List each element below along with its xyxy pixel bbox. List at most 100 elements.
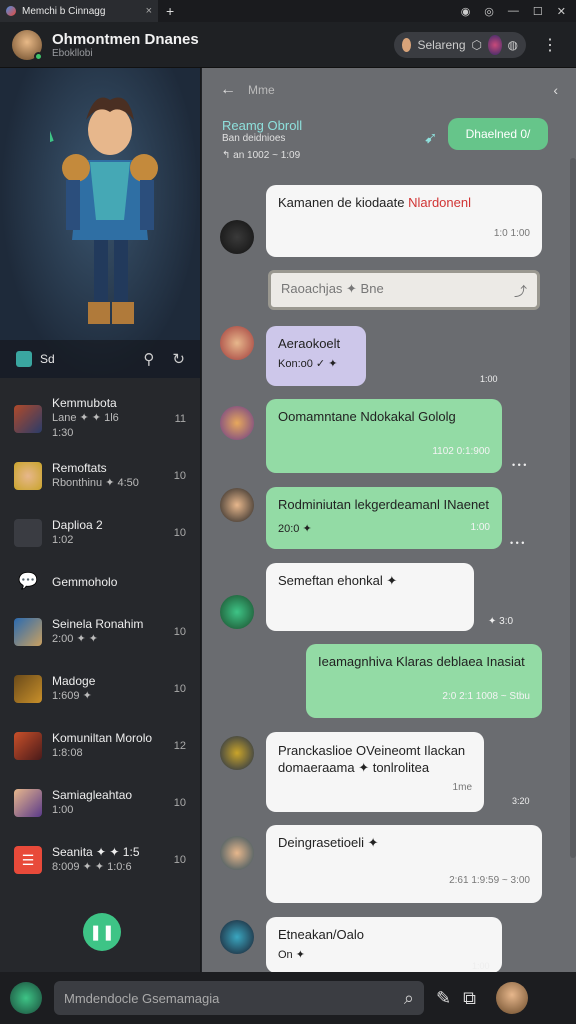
settings-icon[interactable]: ◍ (508, 38, 518, 52)
message-text: Etneakan/Oalo (278, 927, 365, 942)
conversation-thumb-icon (14, 674, 42, 703)
camera-icon[interactable]: ⬡ (472, 38, 482, 52)
message-text: Deingrasetioeli ✦ (278, 835, 379, 850)
browser-tab[interactable]: Memchi b Cinnagg × (0, 0, 158, 22)
chat-panel: ← Mme ‹ Reamg Obroll Ban deidnioes ↰ an … (202, 68, 576, 972)
message-bubble[interactable]: Semeftan ehonkal ✦ (266, 563, 474, 631)
message-text: Aeraokoelt (278, 336, 341, 351)
conversation-item[interactable]: 💬 Gemmoholo (0, 561, 200, 603)
collapse-chevron-icon[interactable]: ‹ (553, 82, 558, 98)
message-bubble[interactable]: Etneakan/Oalo On ✦ (266, 917, 502, 972)
sender-avatar[interactable] (220, 406, 254, 440)
send-arrow-icon: ➹ (424, 130, 438, 147)
sender-avatar[interactable] (220, 220, 254, 254)
online-status-pill[interactable]: Dhaelned 0/ (448, 118, 548, 150)
channel-name: Reamg Obroll (222, 118, 303, 133)
message-highlight: Nlardonenl (408, 195, 471, 210)
conversation-item[interactable]: Madoge 1:609 ✦ 10 (0, 660, 200, 717)
message-text: Pranckaslioe OVeineomt Ilackan domaeraam… (278, 743, 466, 775)
profile-avatar[interactable] (495, 982, 528, 1014)
message-bubble[interactable]: Rodminiutan lekgerdeamanl INaenet 20:0 ✦… (266, 487, 502, 549)
message-time: 1:0 1:00 (493, 228, 530, 239)
message-time: 1:00 (480, 374, 498, 384)
back-label: Mme (248, 83, 275, 97)
tab-close-icon[interactable]: × (146, 5, 152, 17)
header-identity: Ohmontmen Dnanes Ebokllobi (52, 31, 199, 59)
chat-scrollbar[interactable] (570, 158, 576, 858)
quoted-message[interactable]: Raoachjas ✦ Bne ⤴ (268, 270, 540, 310)
extension-icon[interactable]: ◉ (461, 5, 471, 18)
reaction-count[interactable]: ✦ 3:0 (488, 616, 513, 627)
search-icon[interactable]: ⌕ (404, 988, 414, 1009)
conversation-item[interactable]: Samiagleahtao 1:00 10 (0, 774, 200, 831)
browser-titlebar: Memchi b Cinnagg × + ◉ ◎ — ☐ ✕ (0, 0, 576, 22)
message-time: 1102 0:1:900 (432, 446, 490, 457)
message-bubble[interactable]: Pranckaslioe OVeineomt Ilackan domaeraam… (266, 732, 484, 812)
screen-share-icon[interactable]: ⧉ (463, 988, 476, 1009)
message-bubble[interactable]: Aeraokoelt Kon:o0 ✓ ✦ (266, 326, 366, 386)
app-favicon-icon (6, 6, 16, 16)
chat-topbar: ← Mme ‹ (202, 68, 576, 112)
channel-icon (16, 351, 32, 367)
chat-bubble-icon: 💬 (18, 573, 38, 590)
profile-icon[interactable]: ◎ (484, 5, 494, 18)
conversation-item[interactable]: Daplioa 2 1:02 10 (0, 504, 200, 561)
tab-title: Memchi b Cinnagg (22, 5, 106, 17)
conversation-thumb-icon (14, 788, 42, 817)
app-logo-icon[interactable] (10, 982, 42, 1014)
sender-avatar[interactable] (220, 326, 254, 360)
conversation-title: Madoge (52, 673, 96, 688)
conversation-count: 10 (173, 526, 186, 539)
conversation-count: 10 (173, 853, 186, 866)
quote-share-icon[interactable]: ⤴ (514, 281, 527, 300)
conversation-title: Komuniltan Morolo (52, 730, 153, 745)
quote-text: Raoachjas ✦ Bne (281, 281, 384, 296)
hero-actions: ⚲ ↻ (143, 350, 185, 368)
profile-hero-banner: Sd ⚲ ↻ (0, 68, 200, 378)
more-menu-icon[interactable]: ⋮ (536, 35, 564, 55)
microphone-icon[interactable]: ✎ (436, 988, 451, 1009)
sender-avatar[interactable] (220, 920, 254, 954)
conversation-thumb-icon (14, 404, 42, 433)
user-name: Ohmontmen Dnanes (52, 30, 199, 48)
conversation-count: 10 (173, 625, 186, 638)
minimize-button[interactable]: — (508, 5, 519, 18)
conversation-title: Seanita ✦ ✦ 1:5 (52, 844, 140, 859)
window-controls: ◉ ◎ — ☐ ✕ (461, 5, 576, 18)
outgoing-message-bubble[interactable]: Ieamagnhiva Klaras deblaea Inasiat 2:0 2… (306, 644, 542, 718)
pause-fab-button[interactable]: ❚❚ (83, 913, 121, 951)
hero-character-illustration (50, 97, 158, 324)
conversation-sidebar: Sd ⚲ ↻ Kemmubota Lane ✦ ✦ 1l6 1:30 11 Remo… (0, 68, 201, 972)
sender-avatar[interactable] (220, 595, 254, 629)
conversation-item[interactable]: Remoftats Rbonthinu ✦ 4:50 10 (0, 447, 200, 504)
read-receipt-icon: • • • (512, 460, 527, 470)
conversation-item[interactable]: Kemmubota Lane ✦ ✦ 1l6 1:30 11 (0, 390, 200, 447)
new-tab-button[interactable]: + (166, 3, 174, 19)
conversation-item[interactable]: ☰ Seanita ✦ ✦ 1:5 8:009 ✦ ✦ 1:0:6 10 (0, 831, 200, 888)
sender-avatar[interactable] (220, 736, 254, 770)
refresh-icon[interactable]: ↻ (172, 350, 185, 368)
menu-list-icon: ☰ (14, 845, 42, 874)
back-arrow-icon[interactable]: ← (220, 81, 236, 99)
maximize-button[interactable]: ☐ (533, 5, 543, 18)
sender-avatar[interactable] (220, 836, 254, 870)
message-bubble[interactable]: Kamanen de kiodaate Nlardonenl 1:0 1:00 (266, 185, 542, 257)
conversation-thumb-icon (14, 461, 42, 490)
contact-avatar-icon[interactable] (488, 34, 502, 55)
close-window-button[interactable]: ✕ (557, 5, 566, 18)
pin-icon[interactable]: ⚲ (143, 350, 154, 368)
conversation-count: 10 (173, 682, 186, 695)
status-selector[interactable]: Selareng ⬡ ◍ (394, 31, 526, 58)
conversation-title: Seinela Ronahim (52, 616, 144, 631)
conversation-item[interactable]: Seinela Ronahim 2:00 ✦ ✦ 10 (0, 603, 200, 660)
message-input[interactable]: Mmdendocle Gsemamagia ⌕ (54, 981, 424, 1015)
conversation-preview: 2:00 ✦ ✦ (52, 632, 98, 645)
conversation-thumb-icon (14, 617, 42, 646)
sender-avatar[interactable] (220, 488, 254, 522)
user-avatar[interactable] (12, 29, 43, 61)
message-text: Kamanen de kiodaate (278, 195, 409, 210)
message-bubble[interactable]: Deingrasetioeli ✦ 2:61 1:9:59 ~ 3:00 (266, 825, 542, 903)
conversation-item[interactable]: Komuniltan Morolo 1:8:08 12 (0, 717, 200, 774)
message-bubble[interactable]: Oomamntane Ndokakal Gololg 1102 0:1:900 (266, 399, 502, 473)
user-subtitle: Ebokllobi (52, 47, 93, 59)
